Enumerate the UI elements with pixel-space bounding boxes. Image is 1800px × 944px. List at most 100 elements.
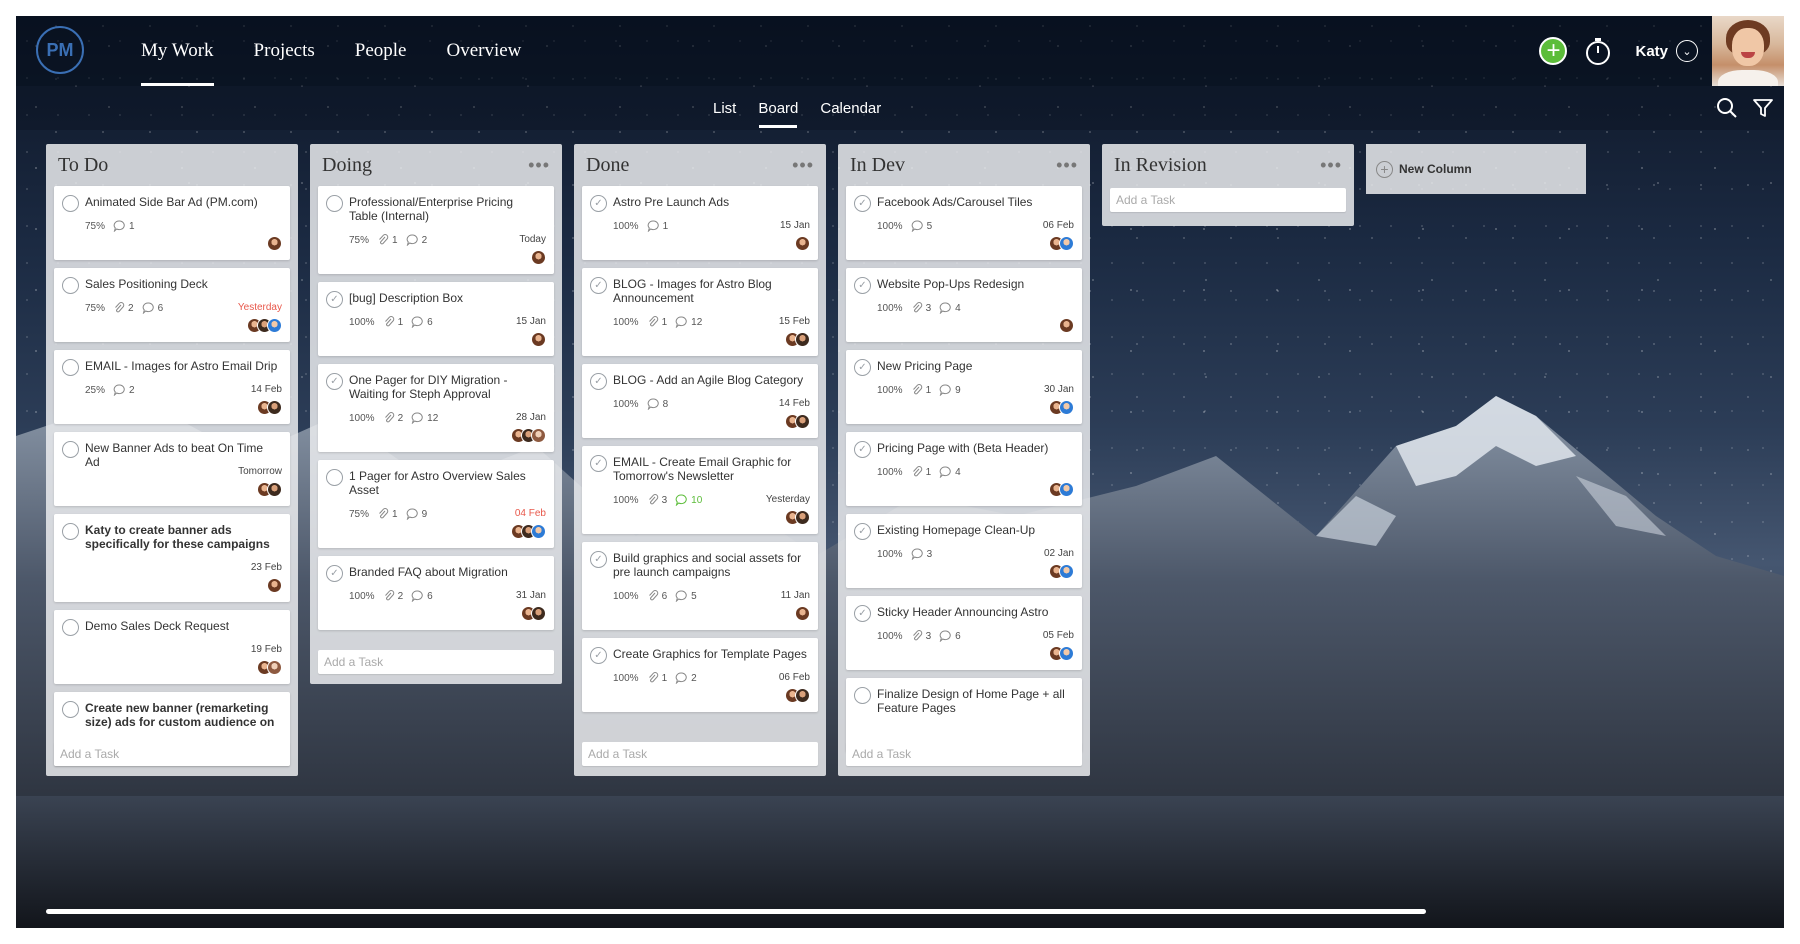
paperclip-icon (383, 316, 395, 328)
check-circle-icon[interactable]: ✓ (590, 373, 607, 390)
task-card[interactable]: ✓ Build graphics and social assets for pr… (582, 542, 818, 630)
nav-people[interactable]: People (335, 16, 427, 86)
nav-projects[interactable]: Projects (234, 16, 335, 86)
check-circle-icon[interactable]: ✓ (854, 441, 871, 458)
task-card[interactable]: Katy to create banner ads specifically f… (54, 514, 290, 602)
stopwatch-icon[interactable] (1583, 36, 1613, 66)
avatar (267, 400, 282, 415)
check-circle-icon[interactable]: ✓ (326, 373, 343, 390)
more-icon[interactable]: ••• (792, 156, 814, 174)
task-checkbox[interactable] (326, 469, 343, 486)
assignee-avatars[interactable] (785, 510, 810, 525)
assignee-avatars[interactable] (1049, 400, 1074, 415)
task-card[interactable]: ✓ Pricing Page with (Beta Header) 100% 1 4 (846, 432, 1082, 506)
task-card[interactable]: Animated Side Bar Ad (PM.com) 75% 1 (54, 186, 290, 260)
check-circle-icon[interactable]: ✓ (590, 647, 607, 664)
task-card[interactable]: ✓ Create Graphics for Template Pages 100% 1… (582, 638, 818, 712)
task-card[interactable]: ✓ Astro Pre Launch Ads 100% 1 15 Jan (582, 186, 818, 260)
task-checkbox[interactable] (62, 195, 79, 212)
pm-logo[interactable]: PM (36, 26, 84, 74)
tab-calendar[interactable]: Calendar (809, 86, 892, 130)
assignee-avatars[interactable] (511, 428, 546, 443)
check-circle-icon[interactable]: ✓ (590, 277, 607, 294)
task-card[interactable]: ✓ BLOG - Add an Agile Blog Category 100% 8 1… (582, 364, 818, 438)
assignee-avatars[interactable] (1049, 482, 1074, 497)
task-card[interactable]: ✓ Sticky Header Announcing Astro 100% 3 6 05 … (846, 596, 1082, 670)
task-checkbox[interactable] (62, 523, 79, 540)
assignee-avatars[interactable] (1059, 318, 1074, 333)
assignee-avatars[interactable] (531, 332, 546, 347)
assignee-avatars[interactable] (1049, 564, 1074, 579)
check-circle-icon[interactable]: ✓ (590, 455, 607, 472)
filter-icon[interactable] (1752, 97, 1774, 119)
assignee-avatars[interactable] (511, 524, 546, 539)
task-card[interactable]: Sales Positioning Deck 75% 2 6 Yesterday (54, 268, 290, 342)
more-icon[interactable]: ••• (528, 156, 550, 174)
assignee-avatars[interactable] (795, 606, 810, 621)
task-checkbox[interactable] (62, 701, 79, 718)
assignee-avatars[interactable] (267, 236, 282, 251)
more-icon[interactable]: ••• (1320, 156, 1342, 174)
assignee-avatars[interactable] (247, 318, 282, 333)
check-circle-icon[interactable]: ✓ (854, 359, 871, 376)
assignee-avatars[interactable] (257, 482, 282, 497)
task-card[interactable]: New Banner Ads to beat On Time Ad Tomorro… (54, 432, 290, 506)
check-circle-icon[interactable]: ✓ (854, 195, 871, 212)
search-icon[interactable] (1716, 97, 1738, 119)
task-checkbox[interactable] (62, 359, 79, 376)
task-card[interactable]: Demo Sales Deck Request 19 Feb (54, 610, 290, 684)
assignee-avatars[interactable] (785, 332, 810, 347)
assignee-avatars[interactable] (785, 688, 810, 703)
nav-my-work[interactable]: My Work (121, 16, 234, 86)
add-task-input[interactable]: Add a Task (1110, 188, 1346, 212)
check-circle-icon[interactable]: ✓ (854, 523, 871, 540)
horizontal-scrollbar[interactable] (46, 909, 1426, 914)
assignee-avatars[interactable] (785, 414, 810, 429)
tab-list[interactable]: List (702, 86, 747, 130)
check-circle-icon[interactable]: ✓ (326, 291, 343, 308)
task-checkbox[interactable] (62, 277, 79, 294)
plus-circle-icon[interactable]: + (1539, 37, 1568, 65)
add-task-input[interactable]: Add a Task (846, 742, 1082, 766)
check-circle-icon[interactable]: ✓ (326, 565, 343, 582)
task-checkbox[interactable] (326, 195, 343, 212)
check-circle-icon[interactable]: ✓ (590, 551, 607, 568)
task-checkbox[interactable] (62, 441, 79, 458)
assignee-avatars[interactable] (257, 660, 282, 675)
task-checkbox[interactable] (854, 687, 871, 704)
add-task-input[interactable]: Add a Task (318, 650, 554, 674)
assignee-avatars[interactable] (521, 606, 546, 621)
check-circle-icon[interactable]: ✓ (854, 277, 871, 294)
task-card[interactable]: EMAIL - Images for Astro Email Drip 25% 2 1… (54, 350, 290, 424)
assignee-avatars[interactable] (257, 400, 282, 415)
task-card[interactable]: ✓ EMAIL - Create Email Graphic for Tomorr… (582, 446, 818, 534)
task-card[interactable]: ✓ One Pager for DIY Migration - Waiting f… (318, 364, 554, 452)
task-card[interactable]: Professional/Enterprise Pricing Table (I… (318, 186, 554, 274)
add-task-input[interactable]: Add a Task (54, 742, 290, 766)
task-card[interactable]: ✓ [bug] Description Box 100% 1 6 15 Jan (318, 282, 554, 356)
task-card[interactable]: ✓ Branded FAQ about Migration 100% 2 6 31 Jan (318, 556, 554, 630)
task-card[interactable]: Finalize Design of Home Page + all Featu… (846, 678, 1082, 752)
task-card[interactable]: ✓ BLOG - Images for Astro Blog Announceme… (582, 268, 818, 356)
more-icon[interactable]: ••• (1056, 156, 1078, 174)
task-card[interactable]: ✓ Website Pop-Ups Redesign 100% 3 4 (846, 268, 1082, 342)
task-card[interactable]: ✓ Existing Homepage Clean-Up 100% 3 02 Jan (846, 514, 1082, 588)
assignee-avatars[interactable] (531, 250, 546, 265)
assignee-avatars[interactable] (1049, 236, 1074, 251)
tab-board[interactable]: Board (747, 86, 809, 130)
new-column-button[interactable]: + New Column (1366, 144, 1586, 194)
assignee-avatars[interactable] (1049, 646, 1074, 661)
task-card[interactable]: 1 Pager for Astro Overview Sales Asset 75… (318, 460, 554, 548)
assignee-avatars[interactable] (795, 236, 810, 251)
check-circle-icon[interactable]: ✓ (590, 195, 607, 212)
chevron-down-icon[interactable]: ⌄ (1676, 40, 1698, 62)
user-avatar[interactable] (1712, 16, 1784, 86)
nav-overview[interactable]: Overview (426, 16, 541, 86)
user-name[interactable]: Katy (1635, 43, 1668, 60)
assignee-avatars[interactable] (267, 578, 282, 593)
add-task-input[interactable]: Add a Task (582, 742, 818, 766)
task-card[interactable]: ✓ Facebook Ads/Carousel Tiles 100% 5 06 Feb (846, 186, 1082, 260)
task-card[interactable]: ✓ New Pricing Page 100% 1 9 30 Jan (846, 350, 1082, 424)
check-circle-icon[interactable]: ✓ (854, 605, 871, 622)
task-checkbox[interactable] (62, 619, 79, 636)
